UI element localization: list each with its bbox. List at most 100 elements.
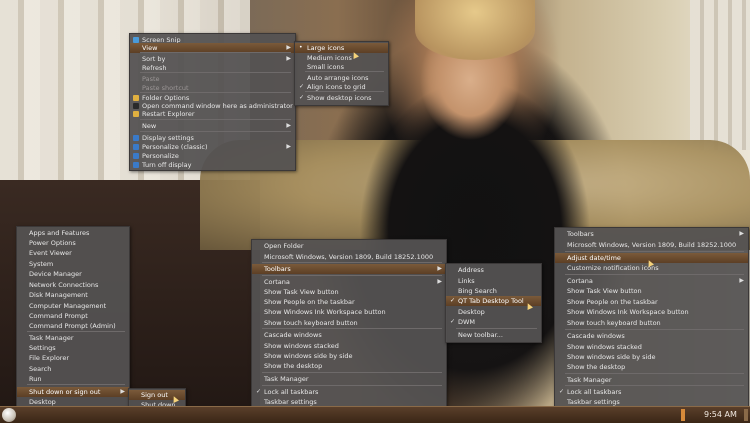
menu-item-task-manager[interactable]: Task Manager [555,375,748,385]
menu-item-disk-management[interactable]: Disk Management [17,290,129,300]
menu-item-bing-search[interactable]: Bing Search [446,286,541,296]
menu-item-label: Large icons [307,44,345,52]
menu-item-show-windows-ink-workspace-button[interactable]: Show Windows Ink Workspace button [555,307,748,317]
menu-item-new-toolbar[interactable]: New toolbar... [446,330,541,340]
menu-separator [262,385,442,386]
menu-item-label: Show Windows Ink Workspace button [567,308,689,316]
menu-item-shut-down-or-sign-out[interactable]: Shut down or sign out ▶ [17,387,129,397]
menu-item-show-people-on-the-taskbar[interactable]: Show People on the taskbar [555,297,748,307]
menu-item-device-manager[interactable]: Device Manager [17,269,129,279]
menu-item-label: Personalize [142,152,179,160]
menu-item-label: View [142,44,158,52]
taskbar-clock[interactable]: 9:54 AM [704,410,737,419]
menu-item-large-icons[interactable]: Large icons • [295,43,388,53]
menu-item-label: Computer Management [29,302,107,310]
menu-item-show-task-view-button[interactable]: Show Task View button [252,287,446,297]
menu-item-label: Lock all taskbars [264,388,319,396]
winx-power-menu: Apps and Features Power Options Event View… [16,226,130,411]
menu-item-show-people-on-the-taskbar[interactable]: Show People on the taskbar [252,297,446,307]
menu-item-microsoft-windows-version-1809-build-18252-1000[interactable]: Microsoft Windows, Version 1809, Build 1… [555,240,748,250]
menu-item-command-prompt[interactable]: Command Prompt [17,311,129,321]
menu-separator [262,275,442,276]
menu-item-label: Cortana [567,277,593,285]
menu-item-search[interactable]: Search [17,364,129,374]
menu-item-settings[interactable]: Settings [17,343,129,353]
menu-item-label: Command Prompt (Admin) [29,322,116,330]
menu-item-label: Personalize (classic) [142,143,208,151]
menu-item-label: Adjust date/time [567,254,621,262]
menu-separator [140,92,291,93]
menu-item-label: Open Folder [264,242,304,250]
display-icon [133,135,139,141]
menu-item-apps-and-features[interactable]: Apps and Features [17,228,129,238]
menu-item-system[interactable]: System [17,259,129,269]
menu-item-label: Restart Explorer [142,110,195,118]
menu-item-cascade-windows[interactable]: Cascade windows [555,331,748,341]
menu-item-file-explorer[interactable]: File Explorer [17,353,129,363]
menu-item-run[interactable]: Run [17,374,129,384]
menu-item-restart-explorer[interactable]: Restart Explorer [130,109,295,119]
menu-item-label: Show desktop icons [307,94,372,102]
menu-item-show-the-desktop[interactable]: Show the desktop [555,362,748,372]
menu-item-command-prompt-admin[interactable]: Command Prompt (Admin) [17,321,129,331]
menu-item-computer-management[interactable]: Computer Management [17,301,129,311]
menu-item-power-options[interactable]: Power Options [17,238,129,248]
menu-item-task-manager[interactable]: Task Manager [17,333,129,343]
menu-separator [262,328,442,329]
menu-item-links[interactable]: Links [446,276,541,286]
menu-item-show-windows-side-by-side[interactable]: Show windows side by side [252,351,446,361]
tray-overflow-button[interactable] [681,409,685,421]
menu-item-show-the-desktop[interactable]: Show the desktop [252,361,446,371]
menu-item-label: Show windows stacked [567,343,642,351]
show-desktop-button[interactable] [744,409,748,421]
menu-item-cascade-windows[interactable]: Cascade windows [252,330,446,340]
menu-item-label: Show People on the taskbar [264,298,355,306]
menu-item-show-desktop-icons[interactable]: Show desktop icons ✓ [295,93,388,103]
radio-bullet-icon: • [299,44,303,51]
menu-item-lock-all-taskbars[interactable]: Lock all taskbars ✓ [252,387,446,397]
menu-item-task-manager[interactable]: Task Manager [252,374,446,384]
start-button[interactable] [2,408,16,422]
menu-item-label: Run [29,375,42,383]
menu-item-label: Cortana [264,278,290,286]
checkmark-icon: ✓ [450,318,456,325]
menu-separator [305,91,384,92]
menu-item-show-windows-side-by-side[interactable]: Show windows side by side [555,352,748,362]
menu-item-label: Show Task View button [264,288,339,296]
menu-item-label: Bing Search [458,287,497,295]
menu-item-label: Medium icons [307,54,352,62]
menu-item-label: Device Manager [29,270,82,278]
menu-item-label: Command Prompt [29,312,88,320]
menu-separator [27,331,125,332]
menu-item-show-task-view-button[interactable]: Show Task View button [555,286,748,296]
menu-item-turn-off-display[interactable]: Turn off display [130,160,295,170]
menu-separator [565,274,744,275]
menu-item-toolbars[interactable]: Toolbars ▶ [252,264,446,274]
menu-item-show-touch-keyboard-button[interactable]: Show touch keyboard button [555,318,748,328]
menu-item-show-windows-stacked[interactable]: Show windows stacked [555,342,748,352]
menu-item-label: File Explorer [29,354,70,362]
menu-item-label: Address [458,266,484,274]
menu-item-dwm[interactable]: DWM ✓ [446,317,541,327]
chevron-right-icon: ▶ [437,278,442,285]
menu-item-label: Refresh [142,64,167,72]
menu-separator [456,328,537,329]
menu-separator [262,262,442,263]
menu-item-toolbars[interactable]: Toolbars ▶ [555,229,748,239]
menu-item-label: Taskbar settings [264,398,317,406]
menu-item-microsoft-windows-version-1809-build-18252-1000[interactable]: Microsoft Windows, Version 1809, Build 1… [252,252,446,262]
menu-item-lock-all-taskbars[interactable]: Lock all taskbars ✓ [555,387,748,397]
menu-item-show-touch-keyboard-button[interactable]: Show touch keyboard button [252,318,446,328]
menu-item-cortana[interactable]: Cortana ▶ [252,277,446,287]
menu-item-network-connections[interactable]: Network Connections [17,280,129,290]
menu-item-new[interactable]: New ▶ [130,121,295,131]
menu-item-open-folder[interactable]: Open Folder [252,241,446,251]
menu-item-show-windows-stacked[interactable]: Show windows stacked [252,341,446,351]
menu-item-show-windows-ink-workspace-button[interactable]: Show Windows Ink Workspace button [252,307,446,317]
view-submenu: Large icons • Medium icons Small icons Auto … [294,41,389,106]
menu-item-address[interactable]: Address [446,265,541,275]
monitor-icon [133,162,139,168]
taskbar[interactable]: 9:54 AM [0,406,750,423]
menu-item-event-viewer[interactable]: Event Viewer [17,248,129,258]
menu-item-cortana[interactable]: Cortana ▶ [555,276,748,286]
